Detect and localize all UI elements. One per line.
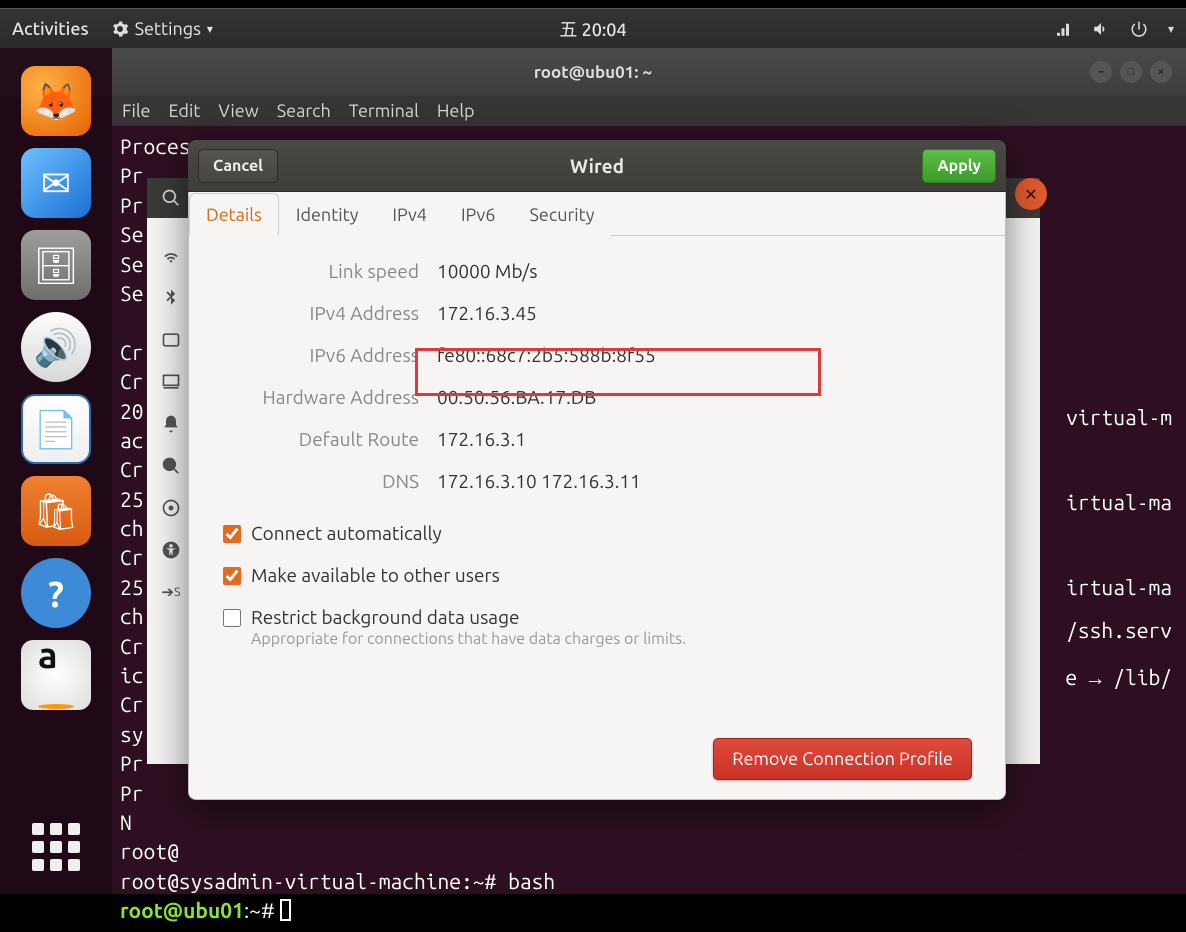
link-speed-value: 10000 Mb/s — [437, 260, 1005, 282]
connect-auto-row[interactable]: Connect automatically — [223, 522, 971, 544]
background-icon[interactable] — [159, 328, 183, 352]
details-grid: Link speed 10000 Mb/s IPv4 Address 172.1… — [189, 260, 1005, 492]
restrict-row[interactable]: Restrict background data usage Appropria… — [223, 606, 971, 648]
menu-file[interactable]: File — [122, 101, 151, 121]
window-minimize-icon[interactable]: – — [1090, 61, 1112, 83]
dialog-body: Details Identity IPv4 IPv6 Security Link… — [188, 192, 1006, 800]
menu-view[interactable]: View — [218, 101, 258, 121]
app-menu-label: Settings — [135, 19, 201, 39]
terminal-menubar: File Edit View Search Terminal Help — [112, 96, 1186, 126]
apply-button[interactable]: Apply — [922, 149, 996, 183]
route-label: Default Route — [199, 428, 419, 450]
gear-icon — [111, 20, 129, 38]
tab-ipv6[interactable]: IPv6 — [444, 193, 513, 236]
chevron-down-icon: ▾ — [1168, 22, 1174, 36]
dock-apps-grid[interactable] — [29, 819, 84, 874]
dialog-titlebar: Cancel Wired Apply — [188, 140, 1006, 192]
remove-profile-button[interactable]: Remove Connection Profile — [713, 738, 972, 780]
tab-identity[interactable]: Identity — [279, 193, 376, 236]
terminal-fragment: virtual-m — [1066, 405, 1172, 429]
tab-security[interactable]: Security — [512, 193, 611, 236]
connect-auto-label: Connect automatically — [251, 522, 442, 544]
restrict-label: Restrict background data usage — [251, 606, 686, 628]
dock-rhythmbox[interactable]: 🔊 — [21, 312, 91, 382]
share-row[interactable]: Make available to other users — [223, 564, 971, 586]
dns-label: DNS — [199, 470, 419, 492]
dock-software[interactable]: 🛍 — [21, 476, 91, 546]
dock: 🦊 ✉ 🗄 🔊 📄 🛍 ? a — [0, 48, 112, 894]
settings-close-button[interactable]: ✕ — [1015, 178, 1047, 210]
window-title: root@ubu01: ~ — [534, 63, 652, 82]
dialog-tabs: Details Identity IPv4 IPv6 Security — [189, 192, 1005, 236]
terminal-fragment: e → /lib/ — [1065, 665, 1172, 692]
restrict-checkbox[interactable] — [223, 609, 241, 627]
menu-edit[interactable]: Edit — [169, 101, 201, 121]
hw-value: 00:50:56:BA:17:DB — [437, 386, 1005, 408]
menu-terminal[interactable]: Terminal — [349, 101, 419, 121]
dns-value: 172.16.3.10 172.16.3.11 — [437, 470, 1005, 492]
chevron-down-icon: ▾ — [207, 22, 213, 36]
cancel-button[interactable]: Cancel — [198, 149, 278, 183]
dock-help[interactable]: ? — [21, 558, 91, 628]
link-speed-label: Link speed — [199, 260, 419, 282]
clock[interactable]: 五 20:04 — [559, 16, 626, 42]
region-icon[interactable] — [159, 496, 183, 520]
ipv6-value: fe80::68c7:2b5:588b:8f55 — [437, 344, 1005, 366]
ipv6-label: IPv6 Address — [199, 344, 419, 366]
hw-label: Hardware Address — [199, 386, 419, 408]
dialog-title: Wired — [570, 155, 624, 177]
terminal-fragment: irtual-ma — [1066, 490, 1172, 514]
route-value: 172.16.3.1 — [437, 428, 1005, 450]
accessibility-icon[interactable] — [159, 538, 183, 562]
connect-auto-checkbox[interactable] — [223, 525, 241, 543]
menu-help[interactable]: Help — [437, 101, 475, 121]
dock-writer[interactable]: 📄 — [21, 394, 91, 464]
terminal-fragment: /ssh.serv — [1066, 618, 1172, 642]
search-icon[interactable] — [161, 188, 181, 208]
wifi-icon[interactable] — [159, 244, 183, 268]
bluetooth-icon[interactable] — [159, 286, 183, 310]
ipv4-value: 172.16.3.45 — [437, 302, 1005, 324]
gnome-top-bar: Activities Settings ▾ 五 20:04 ▾ — [0, 8, 1186, 48]
dock-amazon[interactable]: a — [21, 640, 91, 710]
network-icon[interactable] — [1054, 20, 1072, 38]
activities-button[interactable]: Activities — [12, 19, 89, 39]
power-pref-icon[interactable]: ➔S — [159, 580, 183, 604]
volume-icon[interactable] — [1092, 20, 1110, 38]
share-checkbox[interactable] — [223, 567, 241, 585]
connection-dialog: Cancel Wired Apply Details Identity IPv4… — [188, 140, 1006, 800]
power-icon[interactable] — [1130, 20, 1148, 38]
window-maximize-icon[interactable]: □ — [1120, 61, 1142, 83]
black-strip — [0, 0, 1186, 8]
tab-ipv4[interactable]: IPv4 — [375, 193, 444, 236]
terminal-fragment: irtual-ma — [1066, 575, 1172, 599]
window-titlebar: root@ubu01: ~ – □ × — [0, 48, 1186, 96]
checkbox-section: Connect automatically Make available to … — [223, 522, 971, 648]
dock-icon[interactable] — [159, 370, 183, 394]
search-pref-icon[interactable] — [159, 454, 183, 478]
notifications-icon[interactable] — [159, 412, 183, 436]
dock-firefox[interactable]: 🦊 — [21, 66, 91, 136]
menu-search[interactable]: Search — [277, 101, 331, 121]
dock-thunderbird[interactable]: ✉ — [21, 148, 91, 218]
share-label: Make available to other users — [251, 564, 500, 586]
dock-files[interactable]: 🗄 — [21, 230, 91, 300]
window-close-icon[interactable]: × — [1150, 61, 1172, 83]
tab-details[interactable]: Details — [189, 193, 279, 236]
restrict-sublabel: Appropriate for connections that have da… — [251, 630, 686, 648]
ipv4-label: IPv4 Address — [199, 302, 419, 324]
app-menu[interactable]: Settings ▾ — [111, 19, 213, 39]
